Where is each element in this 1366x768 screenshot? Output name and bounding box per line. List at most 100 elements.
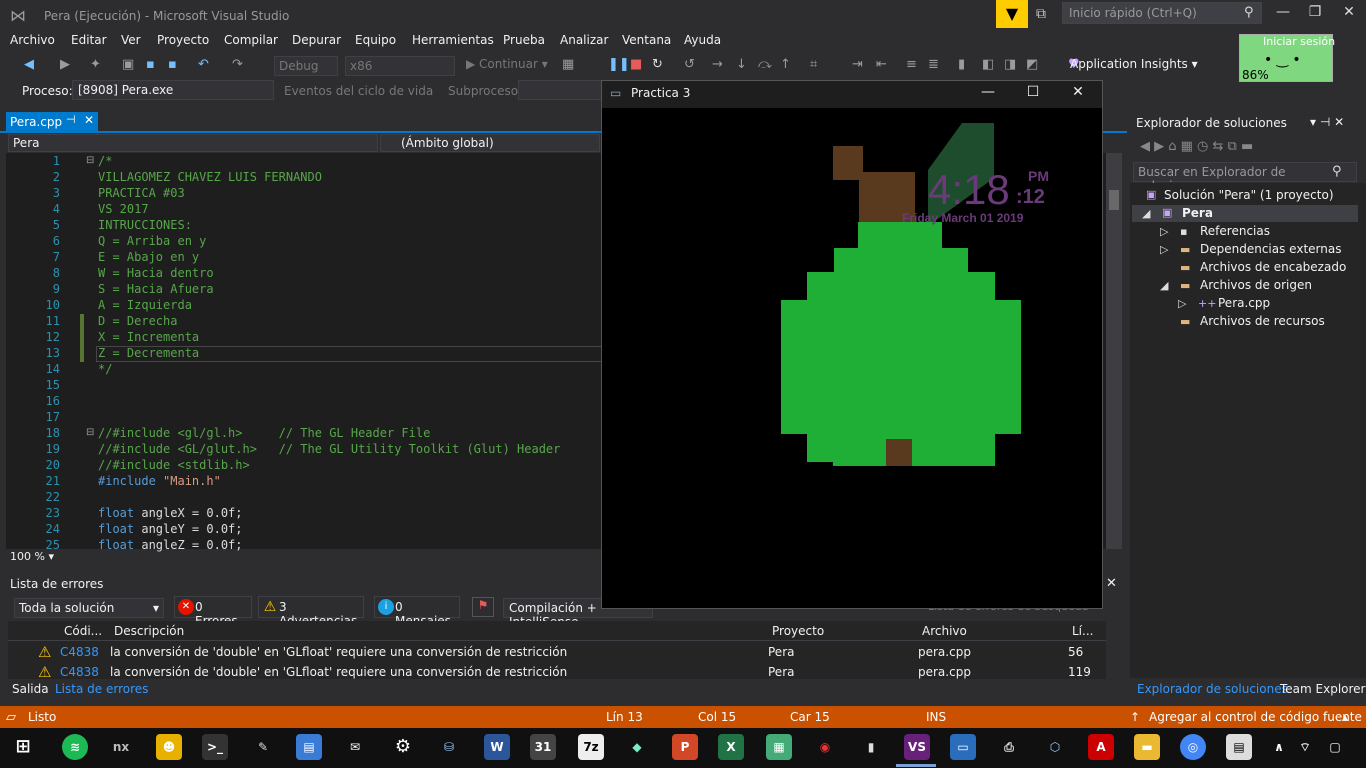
indent-icon[interactable]: ⇥	[852, 57, 863, 72]
row-file[interactable]: pera.cpp	[918, 645, 971, 659]
source-control-arrow-icon[interactable]: ▴	[1342, 710, 1348, 724]
row-description[interactable]: la conversión de 'double' en 'GLfloat' r…	[110, 645, 567, 659]
bookmark-icon[interactable]: ▮	[958, 57, 965, 72]
col-file[interactable]: Archivo	[922, 624, 967, 638]
debug-target-icon[interactable]: ▦	[562, 57, 574, 72]
collapse-arrow-icon[interactable]: ▷	[1178, 297, 1186, 310]
notifications-icon[interactable]: ▢	[1322, 734, 1348, 760]
next-bookmark-icon[interactable]: ◨	[1004, 57, 1016, 72]
menu-ventana[interactable]: Ventana	[622, 33, 671, 47]
collapse-arrow-icon[interactable]: ▷	[1160, 225, 1168, 238]
sign-in-label[interactable]: Iniciar sesión	[1263, 35, 1335, 48]
row-project[interactable]: Pera	[768, 665, 794, 679]
close-panel-icon[interactable]: ✕	[1106, 576, 1117, 591]
add-to-source-control[interactable]: Agregar al control de código fuente	[1149, 710, 1362, 724]
lifecycle-events-button[interactable]: Eventos del ciclo de vida	[284, 84, 433, 98]
tab-solution-explorer[interactable]: Explorador de soluciones	[1137, 682, 1288, 696]
code-line[interactable]: E = Abajo en y	[98, 250, 199, 264]
code-line[interactable]: #include "Main.h"	[98, 474, 221, 488]
forward-icon[interactable]: ▶	[60, 57, 70, 72]
feedback-filter-icon[interactable]: ▼	[996, 0, 1028, 28]
menu-compilar[interactable]: Compilar	[224, 33, 278, 47]
app-icon[interactable]: ⛁	[436, 734, 462, 760]
undo-icon[interactable]: ↶	[198, 57, 209, 72]
collapse-arrow-icon[interactable]: ▷	[1160, 243, 1168, 256]
code-line[interactable]: float angleY = 0.0f;	[98, 522, 243, 536]
solution-search-input[interactable]: Buscar en Explorador de soluciones	[1133, 162, 1357, 193]
minimize-button[interactable]: —	[1268, 4, 1298, 20]
app-icon[interactable]: ◉	[812, 734, 838, 760]
show-next-statement-icon[interactable]: ↺	[684, 57, 695, 72]
word-icon[interactable]: W	[484, 734, 510, 760]
terminal-icon[interactable]: >_	[202, 734, 228, 760]
prev-bookmark-icon[interactable]: ◧	[982, 57, 994, 72]
code-line[interactable]: A = Izquierda	[98, 298, 192, 312]
feedback-icon[interactable]: ⧉	[1036, 6, 1046, 22]
build-filter-icon[interactable]: ⚑	[472, 597, 494, 617]
tree-header-files[interactable]: Archivos de encabezado	[1200, 260, 1346, 274]
fold-toggle-icon[interactable]: ⊟	[86, 155, 94, 166]
scrollbar-thumb[interactable]	[1109, 190, 1119, 210]
fold-toggle-icon[interactable]: ⊟	[86, 427, 94, 438]
code-line[interactable]: X = Incrementa	[98, 330, 199, 344]
code-line[interactable]: S = Hacia Afuera	[98, 282, 214, 296]
photos-icon[interactable]: ▦	[766, 734, 792, 760]
code-line[interactable]: float angleX = 0.0f;	[98, 506, 243, 520]
tree-pera-cpp[interactable]: Pera.cpp	[1218, 296, 1270, 310]
editor-scrollbar[interactable]	[1106, 153, 1122, 549]
menu-ver[interactable]: Ver	[121, 33, 141, 47]
redo-icon[interactable]: ↷	[232, 57, 243, 72]
tree-source-files[interactable]: Archivos de origen	[1200, 278, 1312, 292]
powerpoint-icon[interactable]: P	[672, 734, 698, 760]
tree-references[interactable]: Referencias	[1200, 224, 1270, 238]
menu-editar[interactable]: Editar	[71, 33, 107, 47]
game-icon[interactable]: ☻	[156, 734, 182, 760]
nox-icon[interactable]: nx	[108, 734, 134, 760]
app-icon[interactable]: ◆	[624, 734, 650, 760]
maximize-button[interactable]: ❐	[1300, 4, 1330, 20]
close-button[interactable]: ✕	[1066, 84, 1090, 100]
excel-icon[interactable]: X	[718, 734, 744, 760]
new-project-icon[interactable]: ✦	[90, 57, 101, 72]
wifi-icon[interactable]: ⌔	[1292, 734, 1318, 760]
contacts-icon[interactable]: ▤	[296, 734, 322, 760]
process-select[interactable]: [8908] Pera.exe	[72, 80, 274, 100]
col-project[interactable]: Proyecto	[772, 624, 824, 638]
tab-team-explorer[interactable]: Team Explorer	[1280, 682, 1366, 696]
app-window-icon[interactable]: ▭	[950, 734, 976, 760]
maximize-button[interactable]: ☐	[1021, 84, 1045, 100]
code-line[interactable]: VILLAGOMEZ CHAVEZ LUIS FERNANDO	[98, 170, 322, 184]
menu-analizar[interactable]: Analizar	[560, 33, 608, 47]
uncomment-icon[interactable]: ≣	[928, 57, 939, 72]
search-icon[interactable]: ⚲	[1244, 5, 1254, 20]
outdent-icon[interactable]: ⇤	[876, 57, 887, 72]
spotify-icon[interactable]: ≋	[62, 734, 88, 760]
menu-archivo[interactable]: Archivo	[10, 33, 55, 47]
restart-icon[interactable]: ↻	[652, 57, 663, 72]
calendar-icon[interactable]: 31	[530, 734, 556, 760]
expand-arrow-icon[interactable]: ◢	[1160, 279, 1168, 292]
code-line[interactable]: W = Hacia dentro	[98, 266, 214, 280]
menu-ayuda[interactable]: Ayuda	[684, 33, 721, 47]
row-project[interactable]: Pera	[768, 645, 794, 659]
file-explorer-icon[interactable]: ▬	[1134, 734, 1160, 760]
code-line[interactable]: VS 2017	[98, 202, 149, 216]
row-code[interactable]: C4838	[60, 665, 99, 679]
chrome-icon[interactable]: ◎	[1180, 734, 1206, 760]
row-description[interactable]: la conversión de 'double' en 'GLfloat' r…	[110, 665, 567, 679]
thread-select[interactable]	[518, 80, 602, 100]
mail-icon[interactable]: ✉	[342, 734, 368, 760]
error-scope-select[interactable]: Toda la solución ▾	[14, 598, 164, 618]
row-code[interactable]: C4838	[60, 645, 99, 659]
virtualbox-icon[interactable]: ⬡	[1042, 734, 1068, 760]
row-line[interactable]: 119	[1068, 665, 1091, 679]
code-line[interactable]: INTRUCCIONES:	[98, 218, 192, 232]
visual-studio-icon[interactable]: VS	[904, 734, 930, 760]
step-over-icon[interactable]: ↓	[736, 57, 747, 72]
code-line[interactable]: /*	[98, 154, 112, 168]
pause-icon[interactable]: ❚❚	[608, 57, 630, 72]
app-icon[interactable]: ✎	[250, 734, 276, 760]
stop-icon[interactable]: ■	[630, 57, 642, 72]
menu-herramientas[interactable]: Herramientas	[412, 33, 494, 47]
app-icon[interactable]: ▮	[858, 734, 884, 760]
